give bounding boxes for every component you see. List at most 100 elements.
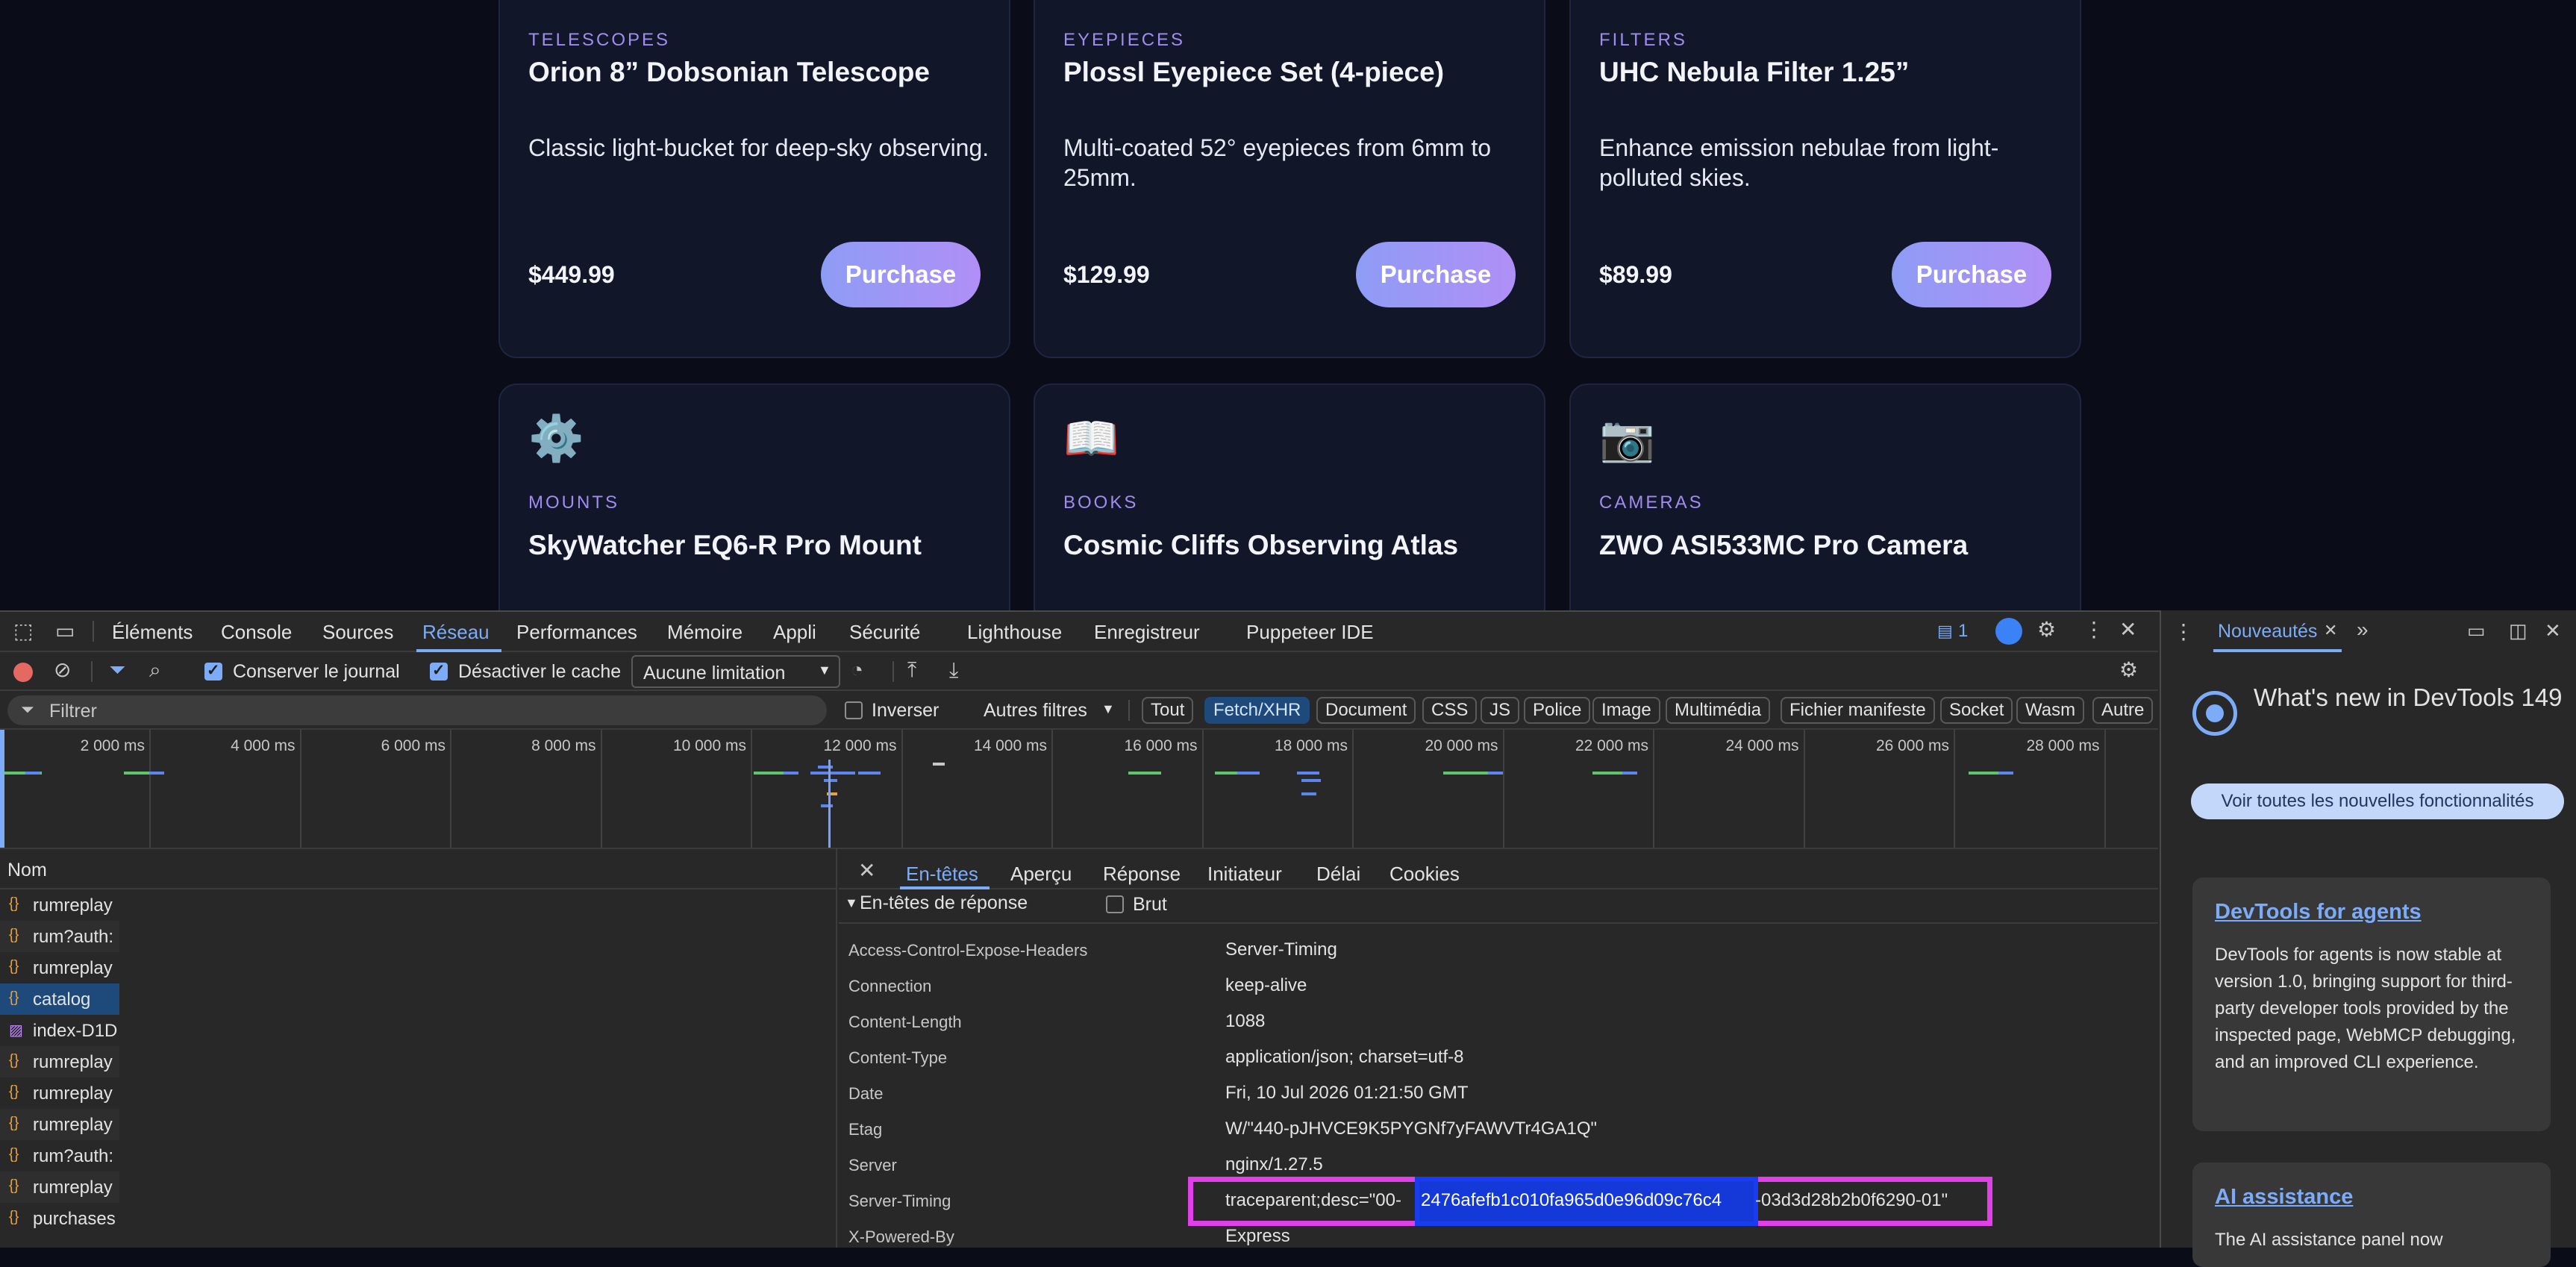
detail-tab-initiator[interactable]: Initiateur — [1207, 863, 1282, 886]
type-filter-font[interactable]: Police — [1524, 697, 1591, 724]
purchase-button[interactable]: Purchase — [1356, 242, 1516, 307]
tab-whats-new[interactable]: Nouveautés — [2218, 621, 2317, 642]
inspect-element-icon[interactable]: ⬚ — [13, 621, 33, 642]
request-row[interactable]: {} rumreplay — [0, 1077, 119, 1109]
issues-icon[interactable]: ▤ — [1937, 621, 1953, 642]
record-icon[interactable] — [13, 663, 33, 682]
request-row[interactable]: {} rumreplay — [0, 1046, 119, 1077]
product-description: Classic light-bucket for deep-sky observ… — [528, 134, 990, 161]
timeline-request-bar — [754, 772, 784, 775]
request-name: rumreplay — [33, 1083, 113, 1104]
request-row[interactable]: {} rum?auth: — [0, 921, 119, 952]
request-row[interactable]: {} catalog — [0, 983, 119, 1015]
tab-recorder[interactable]: Enregistreur — [1094, 621, 1200, 644]
filter-icon[interactable]: ⏷ — [109, 660, 125, 681]
close-panel-icon[interactable]: ✕ — [2545, 619, 2561, 642]
device-toolbar-icon[interactable]: ▭ — [55, 621, 75, 642]
feature-card-title[interactable]: AI assistance — [2215, 1185, 2353, 1210]
tab-elements[interactable]: Éléments — [112, 621, 193, 644]
type-filter-js[interactable]: JS — [1481, 697, 1520, 724]
feature-card-title[interactable]: DevTools for agents — [2215, 900, 2422, 925]
timeline-gridline — [1201, 730, 1204, 848]
timeline-gridline — [751, 730, 752, 848]
filter-input[interactable]: ⏷ Filtrer — [7, 695, 827, 725]
tab-performance[interactable]: Performances — [516, 621, 637, 644]
request-row[interactable]: {} rumreplay — [0, 952, 119, 983]
request-name: rumreplay — [33, 895, 113, 916]
type-filter-media[interactable]: Multimédia — [1666, 697, 1771, 724]
ai-agent-icon[interactable] — [1995, 618, 2022, 645]
timeline-request-bar — [1301, 779, 1321, 782]
timeline-gridline — [1352, 730, 1354, 848]
purchase-button[interactable]: Purchase — [821, 242, 981, 307]
tab-lighthouse[interactable]: Lighthouse — [967, 621, 1062, 644]
type-filter-socket[interactable]: Socket — [1940, 697, 2013, 724]
invert-checkbox[interactable] — [845, 701, 863, 719]
timeline-gridline — [450, 730, 451, 848]
raw-checkbox[interactable] — [1106, 895, 1124, 913]
type-filter-document[interactable]: Document — [1316, 697, 1416, 724]
tab-puppeteer-ide[interactable]: Puppeteer IDE — [1246, 621, 1374, 644]
type-filter-fetch-xhr[interactable]: Fetch/XHR — [1204, 697, 1310, 724]
settings-icon[interactable]: ⚙ — [2037, 619, 2056, 640]
tab-network[interactable]: Réseau — [422, 621, 490, 644]
request-row[interactable]: {} rumreplay — [0, 1171, 119, 1203]
type-filter-manifest[interactable]: Fichier manifeste — [1781, 697, 1935, 724]
preserve-log-checkbox[interactable] — [204, 661, 222, 681]
feature-card-body: DevTools for agents is now stable at ver… — [2215, 945, 2516, 1072]
network-timeline-overview[interactable]: 2 000 ms 4 000 ms 6 000 ms 8 000 ms 10 000 m… — [0, 730, 2158, 849]
dock-side-icon[interactable]: ◫ — [2509, 619, 2527, 642]
type-filter-image[interactable]: Image — [1592, 697, 1660, 724]
timeline-tick-label: 26 000 ms — [1875, 737, 1949, 754]
detail-tab-timing[interactable]: Délai — [1316, 863, 1360, 886]
clear-icon[interactable]: ⊘ — [54, 660, 71, 681]
network-conditions-icon[interactable]: ◔ — [851, 660, 863, 681]
tab-security[interactable]: Sécurité — [849, 621, 920, 644]
detail-tab-response[interactable]: Réponse — [1103, 863, 1181, 886]
type-filter-other[interactable]: Autre — [2092, 697, 2154, 724]
request-row[interactable]: {} purchases — [0, 1203, 119, 1234]
more-tabs-icon[interactable]: » — [2357, 618, 2369, 642]
timeline-tick-label: 8 000 ms — [531, 737, 596, 754]
request-row[interactable]: ▨ index-D1D — [0, 1015, 119, 1046]
tab-sources[interactable]: Sources — [322, 621, 393, 644]
more-filters-dropdown[interactable]: Autres filtres — [984, 700, 1087, 722]
request-list-header[interactable]: Nom — [0, 849, 837, 889]
detail-tab-cookies[interactable]: Cookies — [1389, 863, 1460, 886]
type-filter-wasm[interactable]: Wasm — [2016, 697, 2085, 724]
tab-memory[interactable]: Mémoire — [667, 621, 743, 644]
close-tab-icon[interactable]: ✕ — [2324, 621, 2337, 640]
detail-tab-headers[interactable]: En-têtes — [906, 863, 978, 886]
tab-console[interactable]: Console — [221, 621, 292, 644]
network-settings-icon[interactable]: ⚙ — [2119, 660, 2138, 681]
chevron-down-icon: ▼ — [1101, 701, 1115, 716]
disable-cache-checkbox[interactable] — [430, 661, 448, 681]
timeline-tick-label: 2 000 ms — [80, 737, 145, 754]
purchase-button[interactable]: Purchase — [1892, 242, 2051, 307]
timeline-tick-label: 22 000 ms — [1575, 737, 1648, 754]
tab-application[interactable]: Appli — [773, 621, 816, 644]
detail-tab-preview[interactable]: Aperçu — [1010, 863, 1072, 886]
search-icon[interactable]: ⌕ — [149, 660, 161, 681]
product-category: MOUNTS — [528, 492, 619, 513]
type-filter-all[interactable]: Tout — [1142, 697, 1194, 724]
more-options-icon[interactable]: ⋮ — [2083, 619, 2104, 640]
xhr-icon: {} — [9, 1177, 19, 1194]
dock-bottom-icon[interactable]: ▭ — [2467, 619, 2486, 642]
close-devtools-icon[interactable]: ✕ — [2119, 619, 2136, 640]
export-har-icon[interactable]: ⤓ — [949, 660, 958, 681]
timeline-range-handle[interactable] — [0, 730, 4, 848]
type-filter-css[interactable]: CSS — [1422, 697, 1478, 724]
product-card: FILTERS UHC Nebula Filter 1.25” Enhance … — [1569, 0, 2081, 358]
timeline-request-bar — [1969, 772, 1998, 775]
close-details-icon[interactable]: ✕ — [858, 858, 875, 883]
request-row[interactable]: {} rumreplay — [0, 1109, 119, 1140]
throttling-select[interactable]: Aucune limitation ▼ — [631, 655, 840, 688]
xhr-icon: {} — [9, 1083, 19, 1100]
import-har-icon[interactable]: ⤒ — [907, 660, 916, 681]
see-all-features-button[interactable]: Voir toutes les nouvelles fonctionnalité… — [2191, 783, 2564, 819]
side-more-icon[interactable]: ⋮ — [2173, 619, 2194, 644]
timeline-request-bar — [1297, 772, 1319, 775]
request-row[interactable]: {} rum?auth: — [0, 1140, 119, 1171]
request-row[interactable]: {} rumreplay — [0, 889, 119, 921]
